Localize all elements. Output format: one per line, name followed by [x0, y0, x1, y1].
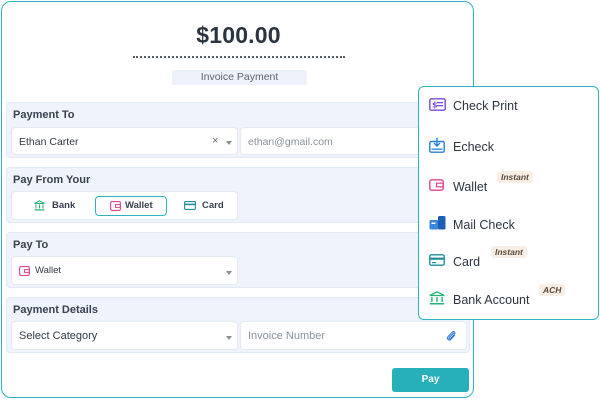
card-icon [184, 201, 196, 210]
pay-from-segment: Bank Wallet Card [11, 191, 238, 220]
pay-button[interactable]: Pay [392, 368, 469, 392]
invoice-placeholder: Invoice Number [248, 330, 326, 342]
card-icon [429, 254, 445, 266]
mail-check-icon [429, 216, 446, 230]
method-label: Mail Check [453, 218, 515, 232]
amount-underline [133, 56, 345, 58]
pay-from-bank[interactable]: Bank [30, 196, 90, 216]
category-select[interactable]: Select Category [11, 321, 238, 350]
recipient-name: Ethan Carter [19, 136, 79, 148]
method-label: Card [453, 255, 481, 269]
instant-badge: Instant [491, 246, 527, 258]
pay-from-wallet[interactable]: Wallet [95, 196, 167, 216]
wallet-icon [429, 179, 444, 191]
pay-from-title: Pay From Your [13, 174, 91, 186]
chevron-down-icon [226, 271, 232, 275]
check-print-icon: $ [429, 98, 446, 111]
wallet-icon [110, 201, 121, 211]
clear-icon[interactable]: × [212, 136, 218, 147]
paperclip-icon[interactable] [446, 329, 456, 342]
bank-icon [34, 200, 45, 211]
bank-label: Bank [52, 200, 76, 211]
chevron-down-icon [226, 336, 232, 340]
pay-from-card[interactable]: Card [178, 196, 230, 216]
wallet-icon [19, 266, 30, 276]
email-placeholder: ethan@gmail.com [248, 136, 333, 148]
bank-icon [429, 291, 445, 305]
category-placeholder: Select Category [19, 330, 98, 342]
instant-badge: Instant [497, 171, 533, 183]
chevron-down-icon [226, 141, 232, 145]
payment-method-menu: $ Check Print Echeck Wallet Instant Mail… [418, 86, 599, 320]
method-label: Check Print [453, 99, 518, 113]
payment-card: $100.00 Invoice Payment Payment To Ethan… [1, 1, 474, 398]
payment-amount: $100.00 [196, 22, 281, 48]
recipient-select[interactable]: Ethan Carter × [11, 127, 238, 155]
pay-to-title: Pay To [13, 239, 49, 251]
payment-details-title: Payment Details [13, 304, 98, 316]
method-label: Echeck [453, 140, 494, 154]
echeck-icon [429, 137, 445, 153]
invoice-number-field[interactable]: Invoice Number [240, 321, 467, 350]
ach-badge: ACH [539, 284, 566, 296]
pay-from-section: Pay From Your Bank Wallet Card [6, 167, 470, 223]
wallet-label: Wallet [125, 200, 153, 211]
pay-to-select[interactable]: Wallet [11, 256, 238, 285]
pay-to-section: Pay To Wallet [6, 232, 470, 288]
payment-to-title: Payment To [13, 109, 75, 121]
method-label: Bank Account [453, 293, 530, 307]
payment-type-label: Invoice Payment [172, 70, 307, 85]
payment-to-section: Payment To Ethan Carter × ethan@gmail.co… [6, 102, 470, 158]
card-label: Card [202, 200, 224, 211]
method-label: Wallet [453, 180, 488, 194]
pay-to-value: Wallet [35, 265, 62, 276]
payment-details-section: Payment Details Select Category Invoice … [6, 297, 470, 353]
